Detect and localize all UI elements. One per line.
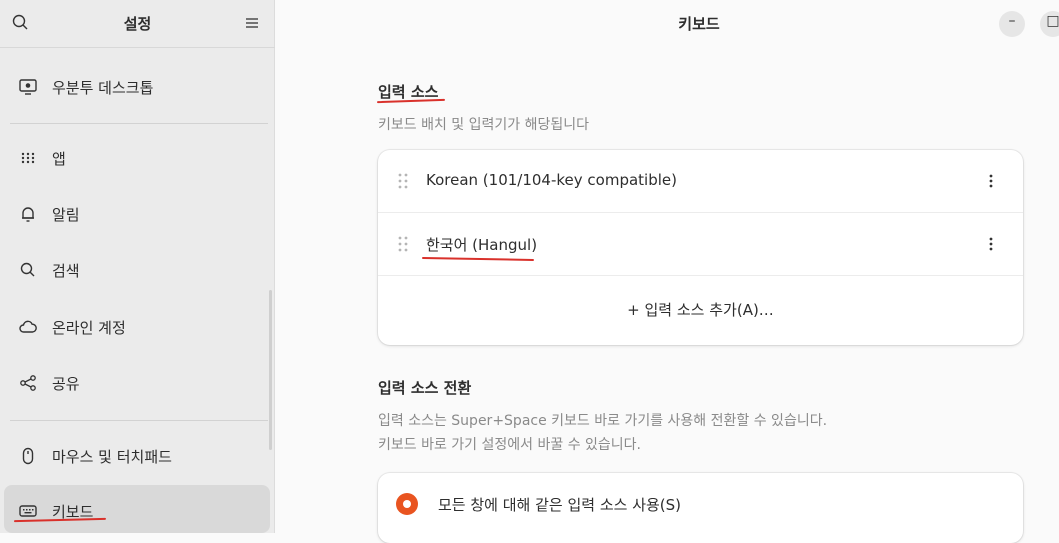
add-input-source-label: + 입력 소스 추가(A)… (627, 301, 774, 319)
sidebar-divider (10, 420, 268, 421)
sidebar-item-ubuntu-desktop[interactable]: 우분투 데스크톱 (4, 67, 270, 107)
sidebar-item-keyboard[interactable]: 키보드 (4, 485, 270, 533)
radio-option-label: 모든 창에 대해 같은 입력 소스 사용(S) (438, 496, 682, 514)
sidebar-item-mouse-touchpad[interactable]: 마우스 및 터치패드 (4, 436, 270, 476)
row-divider (378, 275, 1023, 276)
input-source-label: Korean (101/104-key compatible) (426, 171, 677, 189)
bell-icon (22, 207, 34, 222)
sidebar-item-apps[interactable]: 앱 (4, 138, 270, 178)
sidebar-item-search[interactable]: 검색 (4, 250, 270, 290)
maximize-button[interactable]: □ (1040, 11, 1059, 37)
input-sources-list: Korean (101/104-key compatible) 한국어 (Han… (378, 150, 1023, 345)
sidebar-scrollbar[interactable] (269, 290, 272, 450)
keyboard-icon (19, 505, 37, 517)
sidebar-item-sharing[interactable]: 공유 (4, 363, 270, 403)
sidebar-item-online-accounts[interactable]: 온라인 계정 (4, 307, 270, 347)
header-bar: 키보드 (276, 0, 1059, 48)
switching-description-line1: 입력 소스는 Super+Space 키보드 바로 가기를 사용해 전환할 수 … (378, 413, 828, 429)
sidebar-item-label: 온라인 계정 (52, 319, 126, 337)
minimize-icon: – (1008, 13, 1016, 29)
radio-option-same-source[interactable]: 모든 창에 대해 같은 입력 소스 사용(S) (378, 473, 1023, 535)
maximize-icon: □ (1046, 13, 1059, 29)
minimize-button[interactable]: – (999, 11, 1025, 37)
sidebar-header: 설정 (0, 0, 275, 48)
add-input-source-button[interactable]: + 입력 소스 추가(A)… (378, 278, 1023, 340)
sidebar: 설정 우분투 데스크톱 앱 알림 검색 온라인 계정 공유 마우스 및 터치패드… (0, 0, 275, 533)
sidebar-divider (10, 123, 268, 124)
switching-description-line2: 키보드 바로 가기 설정에서 바꿀 수 있습니다. (378, 437, 641, 453)
list-item[interactable]: 한국어 (Hangul) (378, 213, 1023, 275)
cloud-icon (19, 320, 37, 333)
more-options-icon[interactable] (983, 170, 999, 192)
desktop-icon (19, 79, 37, 95)
sidebar-item-label: 공유 (52, 375, 80, 393)
page-title: 키보드 (678, 15, 720, 33)
input-sources-subtitle: 키보드 배치 및 입력기가 해당됩니다 (378, 117, 589, 133)
more-options-icon[interactable] (983, 233, 999, 255)
apps-grid-icon (21, 152, 35, 164)
sidebar-item-notifications[interactable]: 알림 (4, 194, 270, 234)
radio-button-selected[interactable] (396, 493, 418, 515)
share-icon (20, 375, 36, 391)
sidebar-title: 설정 (123, 15, 152, 33)
sidebar-item-label: 검색 (52, 262, 80, 280)
drag-handle-icon[interactable] (396, 170, 410, 192)
switching-title: 입력 소스 전환 (378, 379, 472, 397)
sidebar-item-label: 우분투 데스크톱 (52, 79, 154, 97)
input-source-label: 한국어 (Hangul) (426, 236, 538, 254)
sidebar-item-label: 마우스 및 터치패드 (52, 448, 172, 466)
mouse-icon (22, 447, 34, 465)
sidebar-item-label: 앱 (52, 150, 66, 168)
list-item[interactable]: Korean (101/104-key compatible) (378, 150, 1023, 212)
sidebar-item-label: 알림 (52, 206, 80, 224)
drag-handle-icon[interactable] (396, 233, 410, 255)
search-icon (20, 262, 35, 277)
hamburger-menu-icon[interactable] (241, 12, 263, 34)
